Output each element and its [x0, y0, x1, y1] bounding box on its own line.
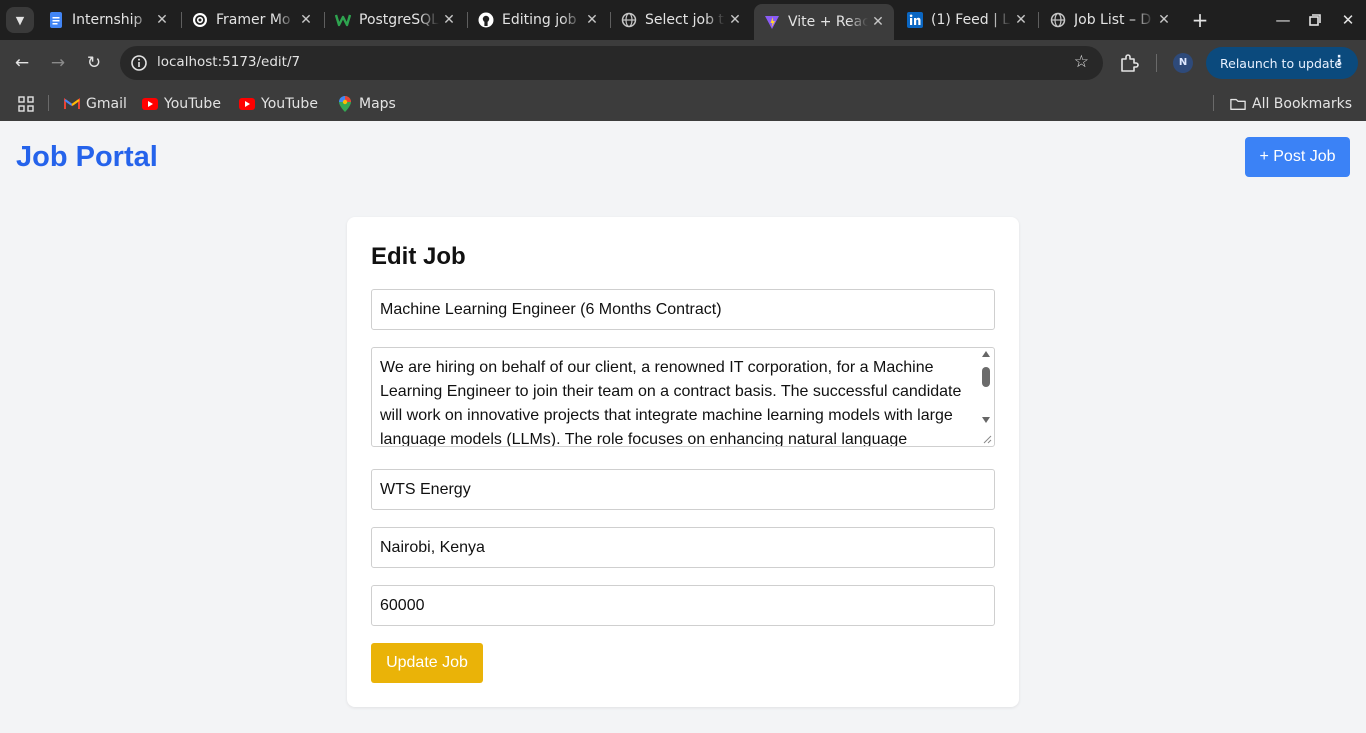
tab-internship[interactable]: Internship ✕: [38, 4, 178, 36]
form-heading: Edit Job: [371, 243, 466, 270]
tab-label: Editing job: [502, 12, 577, 28]
apps-grid-icon: [18, 96, 34, 112]
scroll-down-arrow-icon[interactable]: [982, 417, 990, 423]
tab-search-button[interactable]: ▼: [6, 7, 34, 33]
globe-icon: [1050, 12, 1066, 28]
bookmark-star-icon[interactable]: ☆: [1074, 52, 1089, 72]
company-input[interactable]: [371, 469, 995, 510]
all-bookmarks-label: All Bookmarks: [1252, 96, 1353, 112]
chevron-down-icon: ▼: [15, 13, 25, 27]
scroll-up-arrow-icon[interactable]: [982, 351, 990, 357]
bookmarks-bar: Gmail YouTube YouTube Maps All Bookmarks: [0, 86, 1366, 121]
tab-label: Framer Mo: [216, 12, 291, 28]
address-bar[interactable]: localhost:5173/edit/7 ☆: [120, 46, 1103, 80]
gmail-icon: [64, 96, 80, 112]
page-content: Job Portal + Post Job Edit Job We are hi…: [0, 121, 1366, 733]
tab-linkedin-feed[interactable]: (1) Feed | Li ✕: [897, 4, 1037, 36]
close-icon[interactable]: ✕: [296, 12, 316, 28]
job-description-text: We are hiring on behalf of our client, a…: [380, 359, 962, 447]
scroll-thumb[interactable]: [982, 367, 990, 387]
bookmark-label: Gmail: [86, 96, 127, 112]
apps-button[interactable]: [18, 92, 34, 116]
close-icon[interactable]: ✕: [1011, 12, 1031, 28]
vite-icon: [764, 14, 780, 30]
app-brand[interactable]: Job Portal: [16, 141, 158, 174]
textarea-scrollbar[interactable]: [979, 349, 993, 445]
job-title-input[interactable]: [371, 289, 995, 330]
tab-label: (1) Feed | Li: [931, 12, 1011, 28]
resize-handle-icon[interactable]: [982, 434, 992, 444]
close-window-button[interactable]: ✕: [1336, 8, 1360, 32]
bookmarks-divider: [48, 95, 49, 111]
bookmark-label: YouTube: [261, 96, 318, 112]
minimize-icon: —: [1275, 11, 1291, 29]
restore-button[interactable]: [1303, 8, 1327, 32]
job-description-textarea[interactable]: We are hiring on behalf of our client, a…: [371, 347, 995, 447]
tab-label: Select job t: [645, 12, 724, 28]
bookmark-maps[interactable]: Maps: [337, 92, 396, 116]
location-input[interactable]: [371, 527, 995, 568]
new-tab-button[interactable]: +: [1188, 8, 1212, 32]
bookmark-gmail[interactable]: Gmail: [64, 92, 127, 116]
tab-label: Vite + React: [788, 14, 868, 30]
relaunch-to-update-button[interactable]: Relaunch to update ⋮: [1206, 47, 1358, 79]
edit-job-card: Edit Job We are hiring on behalf of our …: [347, 217, 1019, 707]
close-icon[interactable]: ✕: [1154, 12, 1174, 28]
linkedin-icon: [907, 12, 923, 28]
arrow-left-icon: ←: [14, 53, 30, 73]
close-icon[interactable]: ✕: [152, 12, 172, 28]
close-icon[interactable]: ✕: [725, 12, 745, 28]
maps-icon: [337, 96, 353, 112]
tab-label: PostgreSQL: [359, 12, 439, 28]
w-logo-icon: [335, 12, 351, 28]
reload-button[interactable]: ↻: [82, 51, 106, 75]
close-icon[interactable]: ✕: [868, 14, 888, 30]
github-icon: [478, 12, 494, 28]
browser-toolbar: ← → ↻ localhost:5173/edit/7 ☆ N Relaunch…: [0, 40, 1366, 86]
minimize-button[interactable]: —: [1271, 8, 1295, 32]
more-menu-icon[interactable]: ⋮: [1332, 53, 1346, 69]
bookmark-youtube[interactable]: YouTube: [142, 92, 221, 116]
globe-icon: [621, 12, 637, 28]
update-job-button[interactable]: Update Job: [371, 643, 483, 683]
youtube-icon: [239, 96, 255, 112]
bookmark-label: Maps: [359, 96, 396, 112]
url-text[interactable]: localhost:5173/edit/7: [157, 54, 300, 70]
tab-divider: [1038, 12, 1039, 28]
profile-avatar[interactable]: N: [1173, 53, 1193, 73]
arrow-right-icon: →: [50, 53, 66, 73]
openai-icon: [192, 12, 208, 28]
bookmarks-divider: [1213, 95, 1214, 111]
tab-label: Internship: [72, 12, 143, 28]
folder-icon: [1230, 96, 1246, 112]
relaunch-label: Relaunch to update: [1220, 55, 1343, 71]
tab-vite-react[interactable]: Vite + React ✕: [754, 4, 894, 40]
tab-select-job[interactable]: Select job t ✕: [611, 4, 751, 36]
restore-icon: [1309, 14, 1321, 26]
tab-framer[interactable]: Framer Mo ✕: [182, 4, 322, 36]
close-icon[interactable]: ✕: [439, 12, 459, 28]
reload-icon: ↻: [86, 53, 102, 73]
bookmark-youtube[interactable]: YouTube: [239, 92, 318, 116]
all-bookmarks-button[interactable]: All Bookmarks: [1230, 92, 1352, 116]
close-icon[interactable]: ✕: [582, 12, 602, 28]
google-docs-icon: [48, 12, 64, 28]
plus-icon: +: [1191, 8, 1209, 32]
post-job-button[interactable]: + Post Job: [1245, 137, 1350, 177]
browser-tab-strip: ▼ Internship ✕ Framer Mo ✕ PostgreSQL ✕ …: [0, 0, 1366, 40]
salary-input[interactable]: [371, 585, 995, 626]
tab-editing-job[interactable]: Editing job ✕: [468, 4, 608, 36]
extensions-icon[interactable]: [1118, 52, 1140, 74]
bookmark-label: YouTube: [164, 96, 221, 112]
forward-button[interactable]: →: [46, 51, 70, 75]
youtube-icon: [142, 96, 158, 112]
site-info-icon[interactable]: [130, 54, 148, 72]
toolbar-divider: [1156, 54, 1157, 72]
tab-label: Job List – D: [1074, 12, 1152, 28]
back-button[interactable]: ←: [10, 51, 34, 75]
tab-postgresql[interactable]: PostgreSQL ✕: [325, 4, 465, 36]
close-icon: ✕: [1341, 11, 1355, 29]
tab-job-list[interactable]: Job List – D ✕: [1040, 4, 1180, 36]
